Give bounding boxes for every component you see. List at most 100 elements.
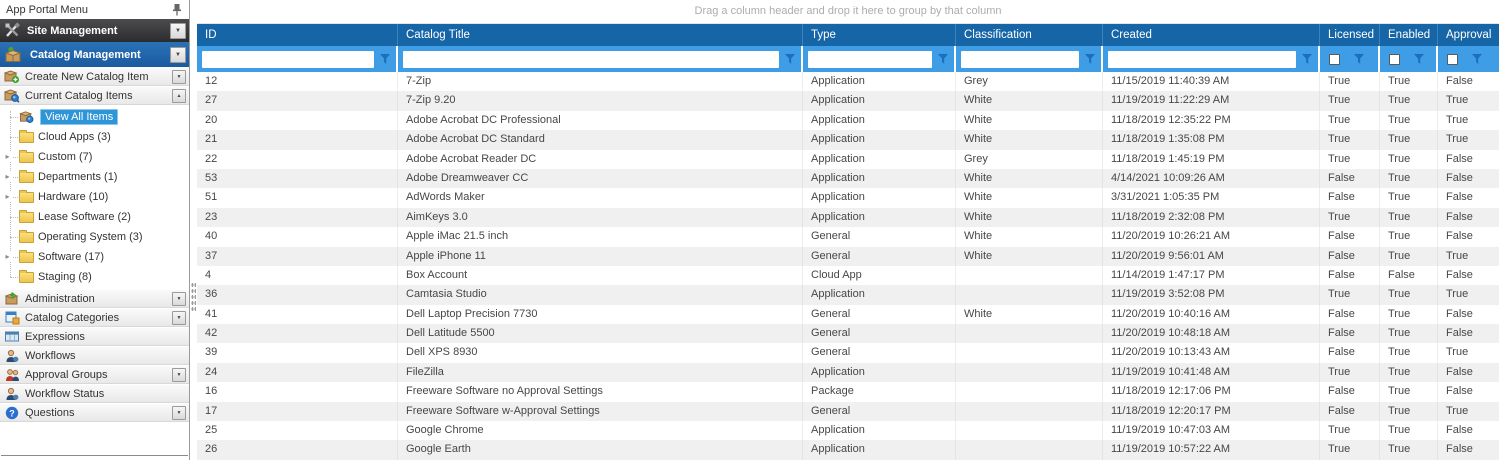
sidebar-item-expressions[interactable]: Expressions (0, 327, 189, 346)
splitter-grip-icon (191, 282, 196, 312)
table-cell: 51 (197, 188, 398, 207)
tree-item-label: Software (17) (38, 251, 104, 263)
expand-icon[interactable]: ▸ (2, 171, 13, 182)
table-cell: General (803, 305, 956, 324)
table-cell: False (1438, 363, 1499, 382)
sidebar-item-workflow-status[interactable]: Workflow Status (0, 384, 189, 403)
table-row[interactable]: 24FileZillaApplication11/19/2019 10:41:4… (197, 363, 1499, 382)
pin-icon[interactable] (170, 3, 184, 17)
folder-icon (19, 191, 34, 203)
chevron-up-icon[interactable]: ▲ (172, 89, 186, 103)
column-header-type[interactable]: Type (803, 24, 956, 46)
table-row[interactable]: 26Google EarthApplication11/19/2019 10:5… (197, 440, 1499, 459)
filter-icon[interactable] (1411, 51, 1427, 67)
tree-item-hardware[interactable]: ▸ Hardware (10) (0, 187, 189, 207)
table-row[interactable]: 4Box AccountCloud App11/14/2019 1:47:17 … (197, 266, 1499, 285)
table-cell: 11/19/2019 10:41:48 AM (1103, 363, 1320, 382)
table-row[interactable]: 53Adobe Dreamweaver CCApplicationWhite4/… (197, 169, 1499, 188)
table-row[interactable]: 42Dell Latitude 5500General11/20/2019 10… (197, 324, 1499, 343)
tree-item-lease-software[interactable]: Lease Software (2) (0, 207, 189, 227)
table-cell: 11/20/2019 10:40:16 AM (1103, 305, 1320, 324)
svg-text:?: ? (9, 408, 15, 418)
expand-icon[interactable]: ▸ (2, 191, 13, 202)
table-cell: 11/20/2019 10:48:18 AM (1103, 324, 1320, 343)
table-cell: Application (803, 363, 956, 382)
sidebar-item-questions[interactable]: ? Questions ▼ (0, 403, 189, 422)
filter-icon[interactable] (1351, 51, 1367, 67)
sidebar-item-workflows[interactable]: Workflows (0, 346, 189, 365)
sidebar-item-approval-groups[interactable]: Approval Groups ▼ (0, 365, 189, 384)
table-cell: Application (803, 285, 956, 304)
tree-item-view-all-items[interactable]: View All Items (0, 107, 189, 127)
licensed-filter-checkbox[interactable] (1329, 54, 1340, 65)
sidebar-group-catalog-management[interactable]: Catalog Management ▼ (0, 42, 189, 67)
tree-item-cloud-apps[interactable]: Cloud Apps (3) (0, 127, 189, 147)
table-row[interactable]: 37Apple iPhone 11GeneralWhite11/20/2019 … (197, 247, 1499, 266)
catalog-title-filter-input[interactable] (403, 51, 779, 68)
filter-icon[interactable] (1082, 51, 1098, 67)
panel-splitter[interactable] (190, 0, 197, 460)
table-row[interactable]: 25Google ChromeApplication11/19/2019 10:… (197, 421, 1499, 440)
type-filter-input[interactable] (808, 51, 932, 68)
column-header-approval[interactable]: Approval (1438, 24, 1499, 46)
chevron-down-icon[interactable]: ▼ (172, 368, 186, 382)
table-row[interactable]: 39Dell XPS 8930General11/20/2019 10:13:4… (197, 343, 1499, 362)
created-filter-input[interactable] (1108, 51, 1296, 68)
table-row[interactable]: 21Adobe Acrobat DC StandardApplicationWh… (197, 130, 1499, 149)
table-row[interactable]: 41Dell Laptop Precision 7730GeneralWhite… (197, 305, 1499, 324)
filter-cell-approval (1438, 46, 1499, 72)
sidebar-item-create-new-catalog-item[interactable]: Create New Catalog Item ▼ (0, 67, 189, 86)
table-row[interactable]: 20Adobe Acrobat DC ProfessionalApplicati… (197, 111, 1499, 130)
tree-item-custom[interactable]: ▸ Custom (7) (0, 147, 189, 167)
table-row[interactable]: 23AimKeys 3.0ApplicationWhite11/18/2019 … (197, 208, 1499, 227)
sidebar-item-administration[interactable]: Administration ▼ (0, 289, 189, 308)
filter-icon[interactable] (1299, 51, 1315, 67)
sidebar-group-site-management[interactable]: Site Management ▼ (0, 19, 189, 42)
table-cell (956, 324, 1103, 343)
column-header-id[interactable]: ID (197, 24, 398, 46)
tree-item-staging[interactable]: Staging (8) (0, 267, 189, 287)
id-filter-input[interactable] (202, 51, 374, 68)
table-cell: True (1380, 382, 1438, 401)
filter-icon[interactable] (1469, 51, 1485, 67)
table-row[interactable]: 36Camtasia StudioApplication11/19/2019 3… (197, 285, 1499, 304)
table-row[interactable]: 16Freeware Software no Approval Settings… (197, 382, 1499, 401)
filter-icon[interactable] (782, 51, 798, 67)
chevron-down-icon[interactable]: ▼ (170, 47, 186, 63)
table-row[interactable]: 17Freeware Software w-Approval SettingsG… (197, 402, 1499, 421)
tree-item-software[interactable]: ▸ Software (17) (0, 247, 189, 267)
column-header-created[interactable]: Created (1103, 24, 1320, 46)
expand-icon[interactable]: ▸ (2, 151, 13, 162)
table-cell: False (1438, 188, 1499, 207)
chevron-down-icon[interactable]: ▼ (172, 70, 186, 84)
table-row[interactable]: 22Adobe Acrobat Reader DCApplicationGrey… (197, 150, 1499, 169)
column-header-catalog-title[interactable]: Catalog Title (398, 24, 803, 46)
table-row[interactable]: 127-ZipApplicationGrey11/15/2019 11:40:3… (197, 72, 1499, 91)
tree-item-operating-system[interactable]: Operating System (3) (0, 227, 189, 247)
table-row[interactable]: 51AdWords MakerApplicationWhite3/31/2021… (197, 188, 1499, 207)
filter-icon[interactable] (377, 51, 393, 67)
tree-item-departments[interactable]: ▸ Departments (1) (0, 167, 189, 187)
column-header-enabled[interactable]: Enabled (1380, 24, 1438, 46)
chevron-down-icon[interactable]: ▼ (172, 292, 186, 306)
table-cell: White (956, 305, 1103, 324)
table-row[interactable]: 277-Zip 9.20ApplicationWhite11/19/2019 1… (197, 91, 1499, 110)
sidebar-item-catalog-categories[interactable]: Catalog Categories ▼ (0, 308, 189, 327)
column-header-classification[interactable]: Classification (956, 24, 1103, 46)
group-by-bar[interactable]: Drag a column header and drop it here to… (197, 0, 1499, 24)
sidebar-item-current-catalog-items[interactable]: Current Catalog Items ▲ (0, 86, 189, 105)
expand-icon[interactable]: ▸ (2, 251, 13, 262)
enabled-filter-checkbox[interactable] (1389, 54, 1400, 65)
table-cell: False (1320, 227, 1380, 246)
approval-filter-checkbox[interactable] (1447, 54, 1458, 65)
chevron-down-icon[interactable]: ▼ (170, 23, 186, 39)
filter-icon[interactable] (935, 51, 951, 67)
table-cell: Dell Laptop Precision 7730 (398, 305, 803, 324)
chevron-down-icon[interactable]: ▼ (172, 311, 186, 325)
table-row[interactable]: 40Apple iMac 21.5 inchGeneralWhite11/20/… (197, 227, 1499, 246)
classification-filter-input[interactable] (961, 51, 1079, 68)
table-cell: 25 (197, 421, 398, 440)
chevron-down-icon[interactable]: ▼ (172, 406, 186, 420)
column-header-licensed[interactable]: Licensed (1320, 24, 1380, 46)
table-cell: White (956, 111, 1103, 130)
